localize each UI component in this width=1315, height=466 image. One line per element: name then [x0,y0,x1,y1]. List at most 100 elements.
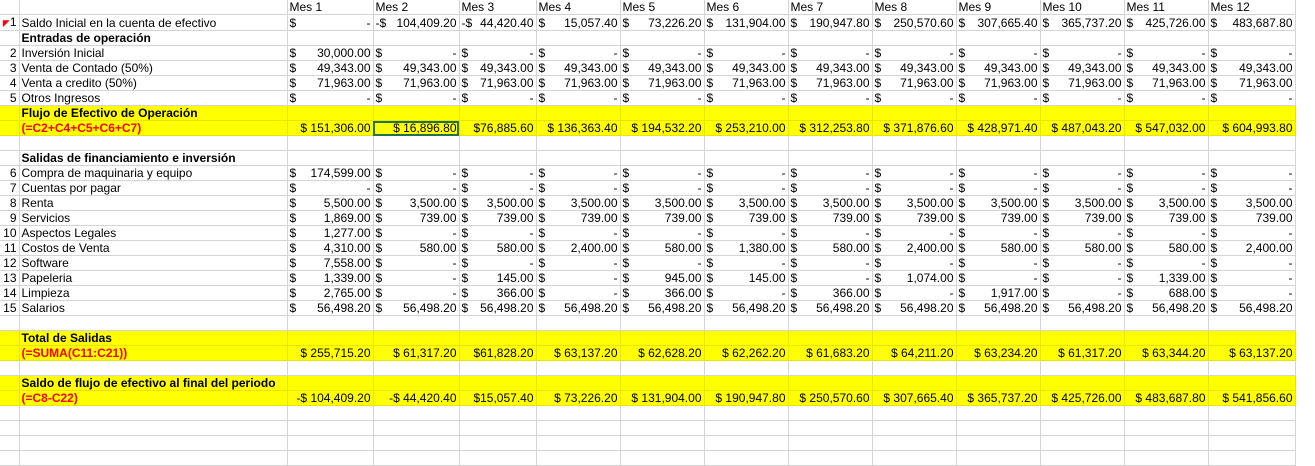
value-cell[interactable] [1040,135,1125,151]
value-cell[interactable]: $ - [620,90,705,106]
value-cell[interactable]: $49,343.00 [704,60,789,76]
value-cell[interactable] [788,360,873,376]
value-cell[interactable] [536,375,621,391]
value-cell[interactable]: $1,074.00 [872,270,957,286]
label-cell[interactable]: (=C2+C4+C5+C6+C7) [19,120,288,136]
value-cell[interactable]: $ - [373,165,460,181]
value-cell[interactable]: $ 62,628.20 [620,345,705,361]
value-cell[interactable] [620,375,705,391]
value-cell[interactable]: $49,343.00 [956,60,1041,76]
value-cell[interactable]: $ - [459,90,537,106]
value-cell[interactable]: $3,500.00 [620,195,705,211]
value-cell[interactable]: $ - [1208,90,1296,106]
value-cell[interactable]: $71,963.00 [1124,75,1209,91]
row-number-cell[interactable] [0,390,20,406]
label-cell[interactable]: Saldo de flujo de efectivo al final del … [19,375,288,391]
value-cell[interactable] [788,330,873,346]
month-header[interactable]: Mes 7 [788,0,873,15]
value-cell[interactable]: $ 131,904.00 [620,390,705,406]
label-cell[interactable] [19,135,288,151]
value-cell[interactable]: $ - [1040,90,1125,106]
value-cell[interactable]: $ 136,363.40 [536,120,621,136]
value-cell[interactable]: $131,904.00 [704,14,789,31]
value-cell[interactable] [620,420,705,436]
value-cell[interactable]: $15,057.40 [459,390,537,406]
value-cell[interactable]: $739.00 [1040,210,1125,226]
value-cell[interactable]: $3,500.00 [1208,195,1296,211]
value-cell[interactable]: $49,343.00 [620,60,705,76]
value-cell[interactable]: $739.00 [1124,210,1209,226]
value-cell[interactable]: $ - [1040,225,1125,241]
value-cell[interactable] [788,450,873,466]
value-cell[interactable]: $1,380.00 [704,240,789,256]
value-cell[interactable] [956,375,1041,391]
value-cell[interactable] [1124,420,1209,436]
value-cell[interactable]: $ 64,211.20 [872,345,957,361]
value-cell[interactable]: $ 250,570.60 [788,390,873,406]
value-cell[interactable] [536,435,621,451]
value-cell[interactable] [287,375,374,391]
value-cell[interactable] [1124,375,1209,391]
value-cell[interactable]: $56,498.20 [1040,300,1125,316]
value-cell[interactable]: $71,963.00 [459,75,537,91]
label-cell[interactable] [19,315,288,331]
value-cell[interactable]: $ 255,715.20 [287,345,374,361]
value-cell[interactable]: $76,885.60 [459,120,537,136]
value-cell[interactable] [1040,315,1125,331]
value-cell[interactable]: $ - [373,90,460,106]
value-cell[interactable] [872,405,957,421]
value-cell[interactable]: $2,400.00 [1208,240,1296,256]
row-number-cell[interactable] [0,375,20,391]
value-cell[interactable]: $1,869.00 [287,210,374,226]
value-cell[interactable] [1208,135,1296,151]
value-cell[interactable] [1208,105,1296,121]
value-cell[interactable]: $3,500.00 [1124,195,1209,211]
value-cell[interactable]: $739.00 [1208,210,1296,226]
value-cell[interactable] [1124,30,1209,46]
value-cell[interactable]: $ - [373,225,460,241]
value-cell[interactable]: -$ 44,420.40 [459,14,537,31]
value-cell[interactable]: $ - [788,165,873,181]
month-header[interactable]: Mes 1 [287,0,374,15]
value-cell[interactable]: $2,400.00 [536,240,621,256]
value-cell[interactable]: -$ 104,409.20 [373,14,460,31]
value-cell[interactable] [788,375,873,391]
value-cell[interactable]: $49,343.00 [459,60,537,76]
value-cell[interactable] [704,435,789,451]
value-cell[interactable] [704,375,789,391]
value-cell[interactable]: $49,343.00 [1124,60,1209,76]
value-cell[interactable]: $ - [704,180,789,196]
value-cell[interactable]: $ 63,137.20 [1208,345,1296,361]
value-cell[interactable]: $ - [1124,255,1209,271]
value-cell[interactable]: $15,057.40 [536,14,621,31]
value-cell[interactable] [1208,330,1296,346]
value-cell[interactable]: $ - [788,255,873,271]
label-cell[interactable]: Inversión Inicial [19,45,288,61]
label-cell[interactable]: Cuentas por pagar [19,180,288,196]
value-cell[interactable]: $ - [620,45,705,61]
value-cell[interactable] [956,315,1041,331]
value-cell[interactable]: $ - [956,90,1041,106]
value-cell[interactable] [704,420,789,436]
value-cell[interactable]: $ - [1208,270,1296,286]
value-cell[interactable]: $580.00 [459,240,537,256]
value-cell[interactable] [287,360,374,376]
row-number-cell[interactable]: 9 [0,210,20,226]
value-cell[interactable]: $739.00 [872,210,957,226]
value-cell[interactable] [620,135,705,151]
row-number-cell[interactable]: 6 [0,165,20,181]
value-cell[interactable] [459,435,537,451]
label-cell[interactable]: Venta a credito (50%) [19,75,288,91]
value-cell[interactable] [1208,360,1296,376]
value-cell[interactable]: $49,343.00 [536,60,621,76]
value-cell[interactable]: $3,500.00 [373,195,460,211]
value-cell[interactable]: $ 253,210.00 [704,120,789,136]
value-cell[interactable]: $ 547,032.00 [1124,120,1209,136]
value-cell[interactable] [459,315,537,331]
value-cell[interactable]: $ 604,993.80 [1208,120,1296,136]
value-cell[interactable]: $ 61,317.20 [1040,345,1125,361]
value-cell[interactable] [1040,150,1125,166]
value-cell[interactable]: $ - [536,225,621,241]
value-cell[interactable]: $71,963.00 [872,75,957,91]
value-cell[interactable]: $ - [956,270,1041,286]
